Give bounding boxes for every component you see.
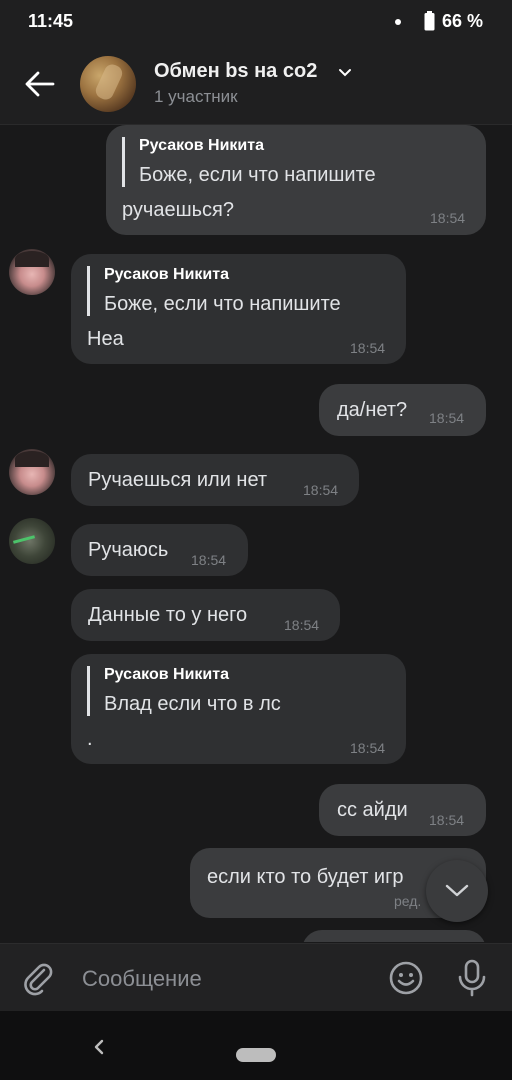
message-list[interactable]: Русаков Никита Боже, если что напишите р… — [0, 125, 512, 942]
sender-avatar[interactable] — [9, 249, 55, 295]
nav-home-pill[interactable] — [236, 1048, 276, 1062]
battery-icon — [424, 11, 435, 31]
message-bubble[interactable] — [302, 930, 486, 942]
quote-author: Русаков Никита — [104, 666, 229, 683]
scroll-to-bottom-button[interactable] — [426, 860, 488, 922]
message-time: 18:54 — [430, 210, 466, 226]
paperclip-icon[interactable] — [20, 960, 56, 996]
sender-avatar[interactable] — [9, 518, 55, 564]
message-edited-label: ред. — [394, 893, 422, 909]
quote-text: Боже, если что напишите — [104, 293, 341, 315]
message-bubble[interactable]: Ручаюсь 18:54 — [71, 524, 248, 576]
message-text: Неа — [87, 328, 124, 350]
reply-quote[interactable]: Русаков Никита Влад если что в лс — [87, 666, 281, 716]
message-bubble[interactable]: Русаков Никита Боже, если что напишите р… — [106, 125, 486, 235]
message-text: Ручаешься или нет — [88, 469, 268, 491]
sender-avatar[interactable] — [9, 449, 55, 495]
message-time: 18:54 — [350, 740, 386, 756]
message-bubble[interactable]: да/нет? 18:54 — [319, 384, 486, 436]
back-button[interactable] — [18, 62, 62, 106]
chat-header: Обмен bs на co2 1 участник — [0, 44, 512, 125]
message-bubble[interactable]: Данные то у него 18:54 — [71, 589, 340, 641]
arrow-left-icon — [25, 71, 55, 97]
message-text: Данные то у него — [88, 604, 248, 626]
chat-title[interactable]: Обмен bs на co2 — [154, 60, 317, 83]
chat-avatar[interactable] — [80, 56, 136, 112]
system-nav-bar — [0, 1011, 512, 1080]
message-text: да/нет? — [337, 399, 408, 421]
message-time: 18:54 — [350, 340, 386, 356]
reply-quote[interactable]: Русаков Никита Боже, если что напишите — [122, 137, 376, 187]
chevron-down-icon — [445, 884, 469, 897]
message-text: если кто то будет игр — [207, 866, 404, 888]
message-text: ручаешься? — [122, 199, 234, 221]
message-time: 18:54 — [303, 482, 339, 498]
quote-text: Влад если что в лс — [104, 693, 281, 715]
message-input[interactable] — [80, 960, 364, 998]
message-bubble[interactable]: сс айди 18:54 — [319, 784, 486, 836]
smile-icon[interactable] — [388, 960, 424, 996]
message-bubble[interactable]: Ручаешься или нет 18:54 — [71, 454, 359, 506]
chevron-down-icon[interactable] — [338, 66, 352, 80]
message-text: Ручаюсь — [88, 539, 169, 561]
message-time: 18:54 — [284, 617, 320, 633]
message-text: . — [87, 728, 93, 750]
quote-text: Боже, если что напишите — [139, 164, 376, 186]
battery-level: 66 % — [442, 11, 484, 31]
notification-dot-icon — [395, 19, 401, 25]
chat-subtitle: 1 участник — [154, 87, 238, 106]
message-time: 18:54 — [191, 552, 227, 568]
message-time: 18:54 — [429, 812, 465, 828]
message-time: 18:54 — [429, 410, 465, 426]
status-time: 11:45 — [28, 11, 74, 31]
quote-author: Русаков Никита — [139, 137, 264, 154]
microphone-icon[interactable] — [454, 958, 490, 998]
reply-quote[interactable]: Русаков Никита Боже, если что напишите — [87, 266, 341, 316]
message-text: сс айди — [337, 799, 408, 821]
status-bar: 11:45 66 % — [0, 0, 512, 44]
quote-author: Русаков Никита — [104, 266, 229, 283]
message-bubble[interactable]: Русаков Никита Влад если что в лс . 18:5… — [71, 654, 406, 764]
nav-back-icon[interactable] — [88, 1031, 110, 1061]
message-composer — [0, 943, 512, 1012]
message-bubble[interactable]: Русаков Никита Боже, если что напишите Н… — [71, 254, 406, 364]
